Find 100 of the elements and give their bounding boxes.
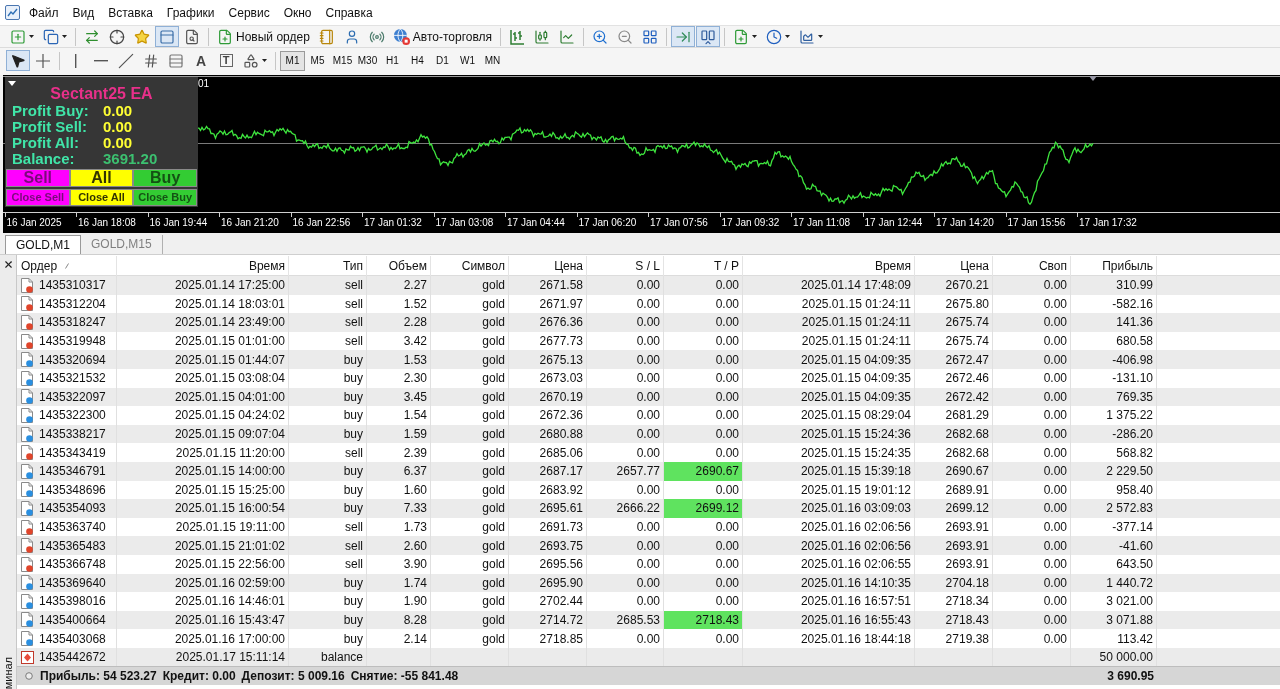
menu-item[interactable]: Файл [22,0,66,26]
timeframe-button[interactable]: M1 [280,50,305,71]
menu-item[interactable]: Окно [276,0,319,26]
table-cell: 0.00 [587,406,664,425]
text-tool-button[interactable]: A [189,50,213,71]
table-cell: buy [289,461,367,481]
table-cell: 2025.01.16 16:57:51 [743,592,915,611]
close-icon[interactable] [2,259,14,270]
table-cell: 2690.67 [915,461,993,481]
zoom-out-icon [617,28,634,45]
table-cell: buy [289,592,367,611]
close-all-button[interactable]: Close All [69,189,134,206]
timeframe-button[interactable]: W1 [455,50,480,71]
table-cell: 2718.85 [509,629,587,648]
timeframe-button[interactable]: M5 [305,50,330,71]
close-buy-button[interactable]: Close Buy [133,189,197,206]
cursor-icon [10,52,26,69]
table-cell: 3 021.00 [1071,592,1157,611]
table-cell: 7.33 [367,499,431,518]
bars-chart-icon [509,28,526,45]
dropdown-triangle-icon[interactable] [8,81,16,86]
table-cell: 2025.01.15 04:09:35 [743,368,915,388]
table-cell: 1.90 [367,592,431,611]
notebook-icon [318,28,335,45]
table-cell: 2025.01.16 02:06:56 [743,536,915,555]
table-cell: 0.00 [664,443,743,462]
table-cell: sell [289,554,367,574]
table-cell: 310.99 [1071,276,1157,295]
menu-item[interactable]: Графики [159,0,222,26]
chart-tab[interactable]: GOLD,M1 [5,235,81,254]
table-cell: sell [289,276,367,295]
table-cell: 0.00 [993,406,1071,425]
all-button[interactable]: All [69,169,134,187]
stat-value: 0.00 [103,103,133,119]
table-cell: 2672.36 [509,406,587,425]
table-cell: 0.00 [587,276,664,295]
timeframe-button[interactable]: H1 [380,50,405,71]
order-number: 1435310317 [39,277,106,295]
time-axis-label: 17 Jan 14:20 [936,216,994,229]
app-icon [5,5,20,20]
table-cell: 2687.17 [509,461,587,481]
table-cell: 0.00 [664,350,743,369]
order-number: 1435321532 [39,370,106,388]
table-cell: 2025.01.16 03:09:03 [743,499,915,518]
table-cell: 2685.06 [509,443,587,462]
table-cell: 0.00 [587,592,664,611]
table-cell: 2671.58 [509,276,587,295]
order-number: 1435363740 [39,519,106,536]
summary-item: Прибыль: 54 523.27 [40,668,157,686]
table-cell: 0.00 [664,554,743,574]
table-cell: 2025.01.15 01:24:11 [743,313,915,332]
table-cell: 2693.75 [509,536,587,555]
table-cell: 2699.12 [664,499,743,518]
timeframe-button[interactable]: M30 [355,50,380,71]
table-cell: 2695.61 [509,499,587,518]
time-axis-label: 17 Jan 01:32 [364,216,422,229]
timeframe-button[interactable]: MN [480,50,505,71]
time-axis-label: 16 Jan 22:56 [292,216,351,229]
order-number: 1435338217 [39,426,106,444]
table-cell: 2025.01.15 15:39:18 [743,461,915,481]
timeframe-button[interactable]: H4 [405,50,430,71]
order-number: 1435346791 [39,463,106,481]
chart-tab[interactable]: GOLD,M15 [81,235,163,254]
stat-label: Profit Buy: [11,103,90,119]
table-cell: gold [431,443,509,462]
arrows-icon [84,28,100,45]
text-label-tool-button[interactable]: T [214,50,238,71]
table-cell: gold [431,406,509,425]
table-cell: 0.00 [587,350,664,369]
table-cell: buy [289,406,367,425]
timeframe-button[interactable]: D1 [430,50,455,71]
toolbar-button[interactable] [696,26,721,47]
table-cell: 0.00 [993,350,1071,369]
timeframe-button[interactable]: M15 [330,50,355,71]
time-axis-label: 17 Jan 03:08 [435,216,494,229]
menu-item[interactable]: Вид [65,0,102,26]
crosshair-icon [109,28,125,45]
table-cell: 2025.01.16 18:44:18 [743,629,915,648]
table-cell: 643.50 [1071,554,1157,574]
table-cell: gold [431,313,509,332]
toolbar-button[interactable] [6,50,30,71]
auto-trading-button[interactable]: Авто-торговля [389,26,497,47]
new-order-button[interactable]: Новый ордер [213,26,314,47]
table-cell: sell [289,443,367,462]
table-cell: gold [431,536,509,555]
menu-item[interactable]: Вставка [101,0,160,26]
summary-item: Снятие: -55 841.48 [350,668,459,686]
table-cell: gold [431,276,509,295]
buy-button[interactable]: Buy [133,169,197,187]
file-plus-icon [733,28,750,45]
menu-item[interactable]: Справка [318,0,380,26]
candlestick-icon [534,28,551,45]
table-cell: 2670.21 [915,276,993,295]
menu-item[interactable]: Сервис [221,0,277,26]
table-cell: 2675.74 [915,313,993,332]
stacked-squares-icon [43,28,59,45]
diagonal-line-icon [118,52,134,69]
table-cell: 6.37 [367,461,431,481]
table-cell: gold [431,554,509,574]
order-number: 1435366748 [39,556,106,574]
